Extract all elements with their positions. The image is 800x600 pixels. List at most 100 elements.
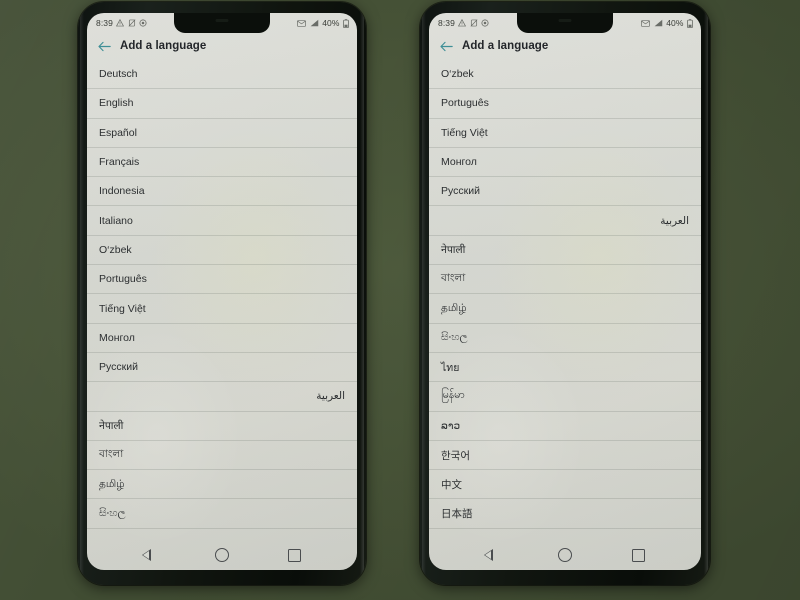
language-list-item[interactable]: Português bbox=[87, 265, 357, 295]
language-label: Français bbox=[99, 156, 140, 169]
language-label: සිංහල bbox=[99, 507, 126, 520]
app-bar: Add a language bbox=[87, 33, 357, 59]
envelope-icon bbox=[297, 19, 307, 27]
nav-recents-button[interactable] bbox=[280, 543, 310, 567]
language-list-item[interactable]: नेपाली bbox=[429, 236, 701, 266]
language-label: العربية bbox=[316, 390, 345, 403]
language-list-item[interactable]: Deutsch bbox=[87, 60, 357, 90]
home-circle-icon bbox=[557, 548, 572, 562]
navigation-bar bbox=[429, 540, 701, 570]
app-bar: Add a language bbox=[429, 33, 701, 59]
status-bar: 8:39 40% bbox=[87, 13, 357, 33]
language-label: 한국어 bbox=[441, 449, 470, 462]
language-label: Монгол bbox=[99, 331, 135, 344]
language-list-item[interactable]: ไทย bbox=[429, 353, 701, 383]
language-label: 日本語 bbox=[441, 508, 473, 521]
nav-home-button[interactable] bbox=[207, 543, 237, 567]
language-label: မြန်မာ bbox=[441, 388, 465, 401]
language-list-item[interactable]: 中文 bbox=[429, 470, 701, 500]
language-label: বাংলা bbox=[99, 447, 124, 460]
data-saver-icon bbox=[481, 19, 490, 27]
nav-recents-button[interactable] bbox=[623, 543, 653, 567]
bezel-highlight-right bbox=[360, 12, 364, 575]
language-list-item[interactable]: বাংলা bbox=[429, 265, 701, 295]
language-label: Español bbox=[99, 126, 137, 139]
language-label: Tiếng Việt bbox=[99, 302, 146, 315]
language-list-item[interactable]: 한국어 bbox=[429, 441, 701, 471]
language-label: Deutsch bbox=[99, 68, 138, 81]
language-label: Монгол bbox=[441, 156, 477, 169]
language-list-right[interactable]: O‘zbek Português Tiếng Việt Монгол Русский ال… bbox=[429, 59, 701, 540]
navigation-bar bbox=[87, 540, 357, 570]
language-list-left[interactable]: Deutsch English Español Français Indonesia It… bbox=[87, 59, 357, 540]
language-list-item[interactable]: Русский bbox=[429, 177, 701, 207]
status-clock: 8:39 bbox=[438, 18, 455, 28]
phone-screen-left: 8:39 40% Add a language Deutsch English … bbox=[87, 13, 357, 570]
bezel-highlight-right bbox=[704, 12, 708, 575]
data-saver-icon bbox=[139, 19, 148, 27]
back-arrow-icon[interactable] bbox=[440, 41, 453, 52]
language-list-item[interactable]: සිංහල bbox=[429, 324, 701, 353]
language-list-item[interactable]: தமிழ் bbox=[87, 470, 357, 500]
language-label: සිංහල bbox=[441, 331, 468, 344]
language-list-item[interactable]: Português bbox=[429, 89, 701, 119]
warning-triangle-icon bbox=[458, 19, 467, 27]
language-list-item[interactable]: العربية bbox=[429, 206, 701, 236]
status-bar-right-group: 40% bbox=[641, 18, 693, 28]
language-label: বাংলা bbox=[441, 271, 466, 284]
language-label: ລາວ bbox=[441, 419, 461, 432]
home-circle-icon bbox=[214, 548, 229, 562]
recents-square-icon bbox=[631, 548, 645, 562]
language-list-item[interactable]: Indonesia bbox=[87, 177, 357, 207]
signal-bars-icon bbox=[654, 19, 663, 27]
nav-back-button[interactable] bbox=[134, 543, 164, 567]
battery-percent-label: 40% bbox=[666, 18, 684, 28]
language-label: O‘zbek bbox=[441, 68, 474, 81]
language-label: Italiano bbox=[99, 214, 133, 227]
language-list-item[interactable]: O‘zbek bbox=[429, 60, 701, 90]
language-label: Português bbox=[99, 273, 147, 286]
phone-screen-right: 8:39 40% Add a language O‘zbek Português… bbox=[429, 13, 701, 570]
battery-percent-label: 40% bbox=[322, 18, 340, 28]
language-list-item[interactable]: Монгол bbox=[87, 324, 357, 353]
language-list-item[interactable]: Español bbox=[87, 119, 357, 148]
no-sim-icon bbox=[128, 19, 136, 27]
language-label: 中文 bbox=[441, 478, 462, 491]
language-list-item[interactable]: नेपाली bbox=[87, 412, 357, 441]
language-list-item[interactable]: မြန်မာ bbox=[429, 382, 701, 412]
language-label: தமிழ் bbox=[99, 477, 125, 490]
nav-back-button[interactable] bbox=[477, 543, 507, 567]
nav-home-button[interactable] bbox=[550, 543, 580, 567]
back-triangle-inner bbox=[142, 551, 149, 559]
language-label: नेपाली bbox=[441, 243, 466, 256]
language-list-item[interactable]: Tiếng Việt bbox=[87, 294, 357, 324]
language-list-item[interactable]: বাংলা bbox=[87, 441, 357, 471]
language-list-item[interactable]: Русский bbox=[87, 353, 357, 383]
language-list-item[interactable]: ລາວ bbox=[429, 412, 701, 441]
envelope-icon bbox=[641, 19, 651, 27]
language-list-item[interactable]: 日本語 bbox=[429, 499, 701, 529]
language-label: தமிழ் bbox=[441, 302, 467, 315]
page-title: Add a language bbox=[462, 40, 549, 52]
status-bar: 8:39 40% bbox=[429, 13, 701, 33]
language-list-item[interactable]: O‘zbek bbox=[87, 236, 357, 266]
language-list-item[interactable]: Монгол bbox=[429, 148, 701, 178]
language-list-item[interactable]: العربية bbox=[87, 382, 357, 412]
battery-icon bbox=[687, 18, 693, 28]
language-label: English bbox=[99, 97, 134, 110]
language-list-item[interactable]: Italiano bbox=[87, 206, 357, 236]
language-label: Русский bbox=[441, 185, 480, 198]
language-list-item[interactable]: Français bbox=[87, 148, 357, 178]
recents-square-icon bbox=[288, 548, 302, 562]
language-list-item[interactable]: Tiếng Việt bbox=[429, 119, 701, 148]
back-triangle-inner bbox=[485, 551, 492, 559]
language-list-item[interactable]: English bbox=[87, 89, 357, 119]
language-list-item[interactable]: සිංහල bbox=[87, 499, 357, 529]
no-sim-icon bbox=[470, 19, 478, 27]
language-list-item[interactable]: தமிழ் bbox=[429, 294, 701, 324]
page-title: Add a language bbox=[120, 40, 207, 52]
bezel-highlight-left bbox=[422, 12, 426, 575]
back-arrow-icon[interactable] bbox=[98, 41, 111, 52]
language-label: Русский bbox=[99, 361, 138, 374]
phone-device-left: 8:39 40% Add a language Deutsch English … bbox=[78, 2, 366, 585]
